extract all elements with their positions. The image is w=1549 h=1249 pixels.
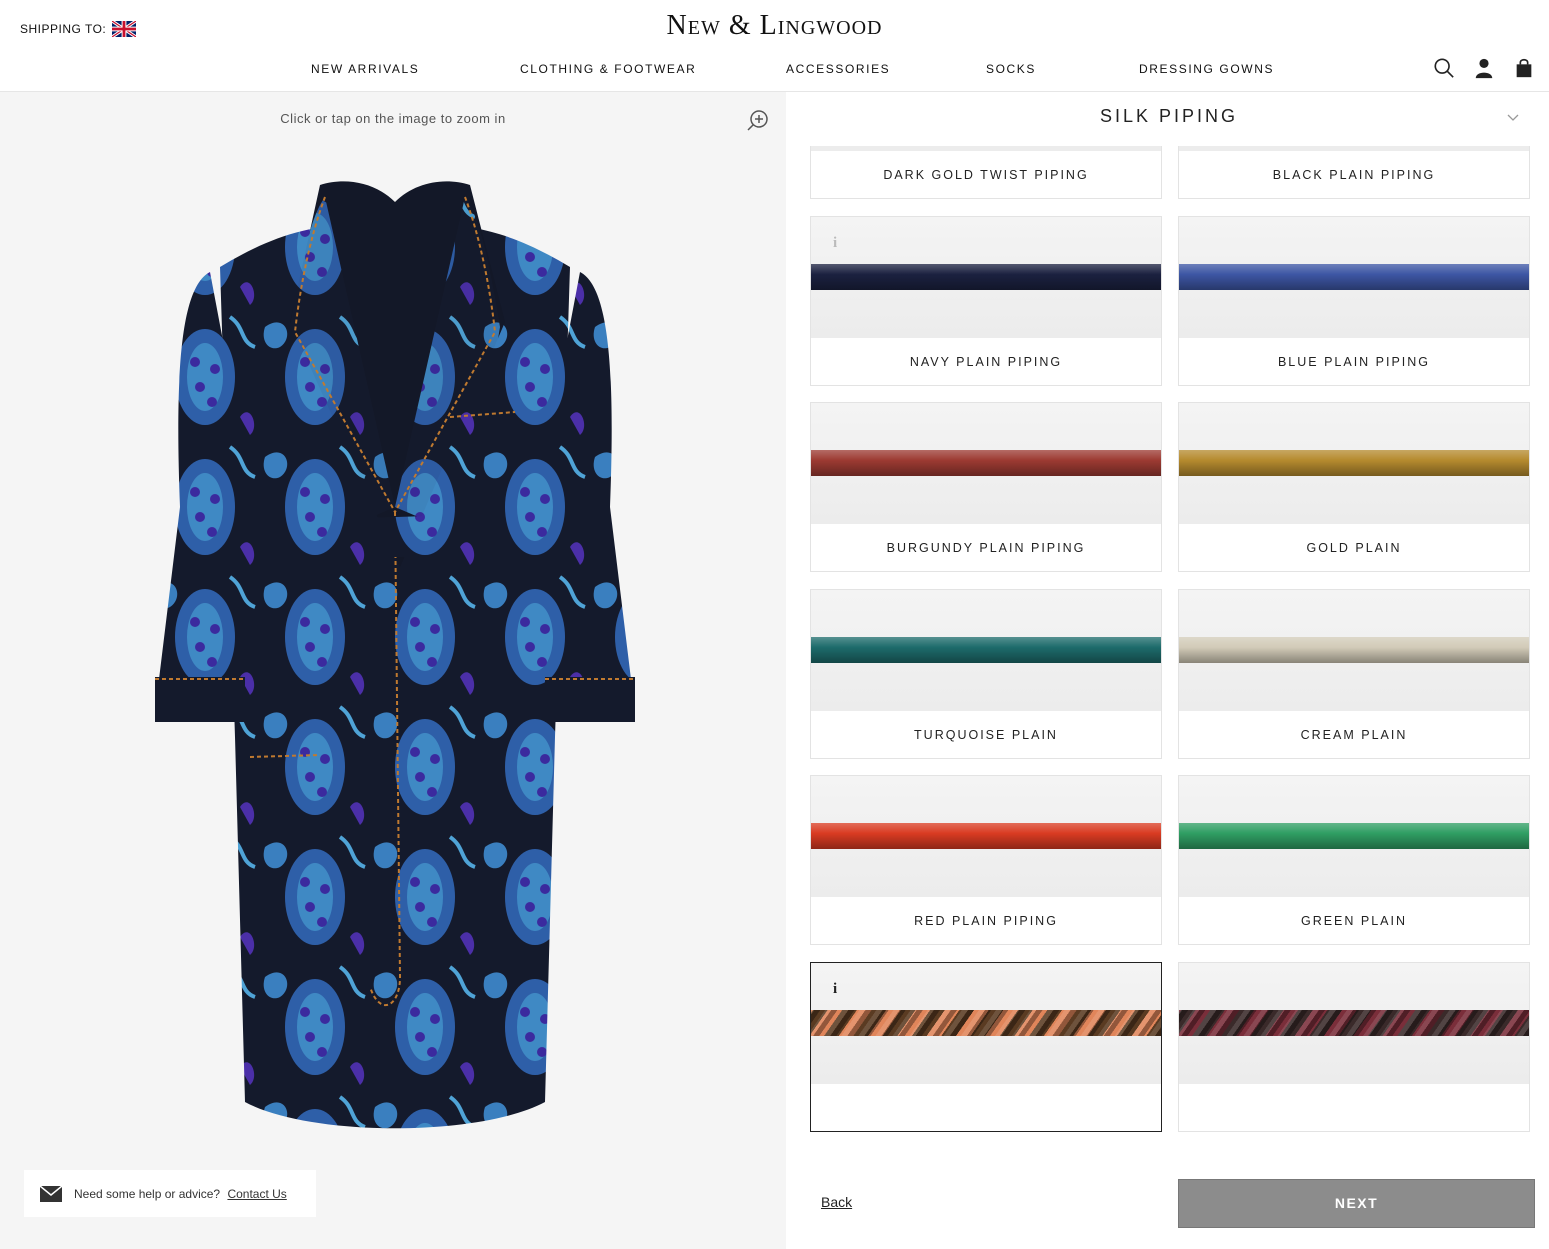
piping-cord-shading [1179, 636, 1529, 663]
zoom-hint: Click or tap on the image to zoom in [280, 111, 506, 126]
envelope-icon [40, 1185, 62, 1202]
piping-cord-shading [811, 450, 1161, 476]
piping-option-label: GOLD PLAIN [1306, 541, 1402, 555]
piping-cord [811, 636, 1161, 663]
help-text: Need some help or advice? Contact Us [74, 1187, 287, 1201]
piping-cord [811, 823, 1161, 849]
piping-cord-shading [811, 1009, 1161, 1036]
piping-swatch [1179, 216, 1529, 338]
dressing-gown-image[interactable] [150, 177, 640, 1137]
main-nav: NEW ARRIVALS CLOTHING & FOOTWEAR ACCESSO… [0, 62, 1549, 76]
brand-logo[interactable]: New & Lingwood [0, 10, 1549, 42]
piping-option-label: NAVY PLAIN PIPING [909, 354, 1063, 369]
piping-cord-shading [1179, 823, 1529, 849]
contact-us-link[interactable]: Contact Us [227, 1187, 286, 1201]
piping-cord [1179, 450, 1529, 476]
piping-option[interactable]: RED PLAIN PIPING [810, 775, 1162, 945]
section-title[interactable]: SILK PIPING [786, 106, 1549, 127]
piping-option-label: BLUE PLAIN PIPING [1277, 354, 1431, 369]
piping-cord [1179, 1009, 1529, 1036]
piping-swatch [1179, 776, 1529, 897]
piping-swatch [1179, 962, 1529, 1084]
piping-option-label: TURQUOISE PLAIN [914, 727, 1058, 742]
piping-option[interactable]: CREAM PLAIN [1178, 588, 1530, 759]
piping-swatch [1179, 403, 1529, 524]
piping-cord-shading [1179, 263, 1529, 290]
piping-swatch: i [811, 962, 1161, 1084]
info-icon[interactable]: i [833, 981, 837, 998]
nav-clothing-footwear[interactable]: CLOTHING & FOOTWEAR [520, 62, 696, 76]
piping-cord [1179, 263, 1529, 290]
piping-option-label: BLACK PLAIN PIPING [1272, 168, 1436, 182]
piping-cord-shading [811, 636, 1161, 663]
back-link[interactable]: Back [821, 1194, 852, 1210]
piping-option-label: GREEN PLAIN [1300, 914, 1408, 928]
piping-swatch [1179, 589, 1529, 711]
zoom-in-icon[interactable] [746, 108, 770, 132]
piping-option-label [811, 1084, 1161, 1131]
help-box: Need some help or advice? Contact Us [24, 1170, 316, 1217]
chevron-down-icon[interactable] [1506, 110, 1520, 124]
piping-cord [1179, 636, 1529, 663]
piping-option-label: RED PLAIN PIPING [914, 914, 1058, 928]
piping-swatch [811, 589, 1161, 711]
piping-option[interactable]: DARK GOLD TWIST PIPING [810, 146, 1162, 199]
piping-swatch: i [811, 216, 1161, 338]
piping-cord-shading [811, 823, 1161, 849]
piping-cord-shading [1179, 450, 1529, 476]
header-actions [1433, 57, 1535, 79]
piping-option[interactable]: i [810, 961, 1162, 1132]
piping-options-grid: DARK GOLD TWIST PIPING BLACK PLAIN PIPING… [810, 146, 1530, 1167]
piping-option-label: CREAM PLAIN [1300, 727, 1408, 742]
search-icon[interactable] [1433, 57, 1455, 79]
piping-cord [811, 263, 1161, 290]
next-button[interactable]: NEXT [1178, 1179, 1535, 1228]
piping-option[interactable]: i NAVY PLAIN PIPING [810, 215, 1162, 386]
piping-option[interactable]: GREEN PLAIN [1178, 775, 1530, 945]
nav-accessories[interactable]: ACCESSORIES [786, 62, 890, 76]
piping-cord-shading [1179, 1009, 1529, 1036]
piping-option-label: DARK GOLD TWIST PIPING [883, 168, 1089, 182]
piping-swatch [811, 403, 1161, 524]
info-icon[interactable]: i [833, 235, 837, 252]
product-viewer: Click or tap on the image to zoom in Nee… [0, 92, 786, 1249]
piping-swatch [811, 776, 1161, 897]
piping-cord [811, 1009, 1161, 1036]
nav-dressing-gowns[interactable]: DRESSING GOWNS [1139, 62, 1274, 76]
piping-option[interactable] [1178, 961, 1530, 1132]
piping-option-label: BURGUNDY PLAIN PIPING [886, 541, 1086, 555]
piping-option[interactable]: BURGUNDY PLAIN PIPING [810, 402, 1162, 572]
piping-option[interactable]: GOLD PLAIN [1178, 402, 1530, 572]
bag-icon[interactable] [1513, 57, 1535, 79]
piping-option-label [1179, 1084, 1529, 1131]
piping-cord [1179, 823, 1529, 849]
piping-cord [811, 450, 1161, 476]
nav-socks[interactable]: SOCKS [986, 62, 1036, 76]
configurator-panel: SILK PIPING DARK GOLD TWIST PIPING BLACK … [786, 92, 1549, 1249]
help-question: Need some help or advice? [74, 1186, 221, 1201]
nav-new-arrivals[interactable]: NEW ARRIVALS [311, 62, 419, 76]
piping-cord-shading [811, 263, 1161, 290]
piping-option[interactable]: BLUE PLAIN PIPING [1178, 215, 1530, 386]
account-icon[interactable] [1473, 57, 1495, 79]
piping-option[interactable]: TURQUOISE PLAIN [810, 588, 1162, 759]
piping-option[interactable]: BLACK PLAIN PIPING [1178, 146, 1530, 199]
site-header: SHIPPING TO: New & Lingwood NEW ARRIVALS… [0, 0, 1549, 92]
